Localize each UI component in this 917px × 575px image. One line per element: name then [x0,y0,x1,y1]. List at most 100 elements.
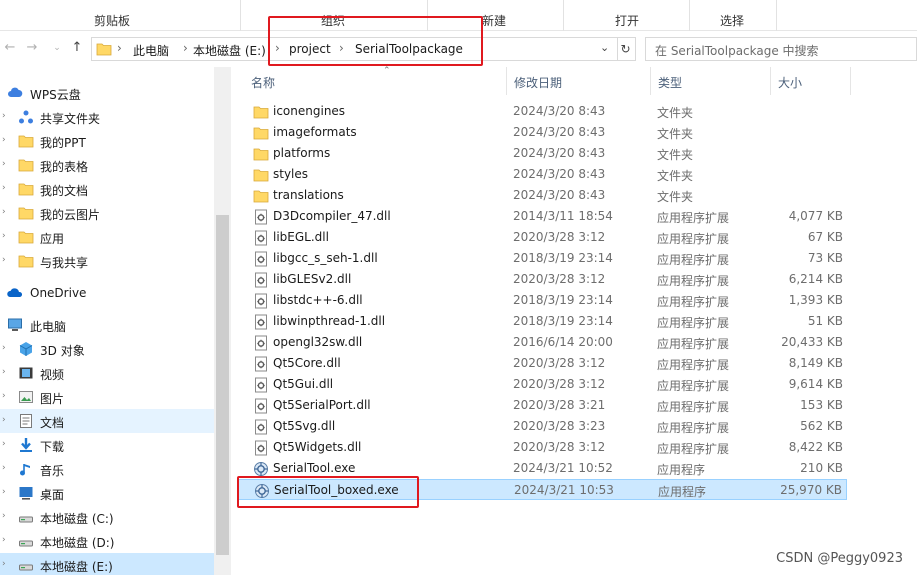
search-input[interactable]: 在 SerialToolpackage 中搜索 [645,37,917,61]
nav-item[interactable]: › 桌面 [0,481,214,505]
expand-chevron-icon[interactable]: › [2,159,6,169]
expand-chevron-icon[interactable]: › [2,439,6,449]
video-icon [18,365,34,381]
folder-icon [253,146,269,162]
nav-item[interactable]: › 我的表格 [0,153,214,177]
nav-item[interactable]: › 下载 [0,433,214,457]
expand-chevron-icon[interactable]: › [2,391,6,401]
nav-item[interactable]: › 共享文件夹 [0,105,214,129]
file-row[interactable]: libwinpthread-1.dll 2018/3/19 23:14 应用程序扩展… [237,311,847,332]
file-row[interactable]: iconengines 2024/3/20 8:43 文件夹 [237,101,847,122]
expand-chevron-icon[interactable]: › [2,207,6,217]
file-row[interactable]: Qt5Svg.dll 2020/3/28 3:23 应用程序扩展 562 KB [237,416,847,437]
refresh-icon[interactable]: ↻ [616,37,636,61]
file-name: SerialTool_boxed.exe [274,483,399,497]
column-header-type[interactable]: 类型 [651,67,771,95]
nav-scrollbar[interactable] [214,67,231,575]
nav-item[interactable]: › 我的PPT [0,129,214,153]
nav-scrollbar-thumb[interactable] [216,215,229,555]
breadcrumb-project[interactable]: project [289,42,331,56]
file-row[interactable]: D3Dcompiler_47.dll 2014/3/11 18:54 应用程序扩展 4… [237,206,847,227]
expand-chevron-icon[interactable]: › [2,231,6,241]
nav-item-label: 本地磁盘 (C:) [40,512,114,526]
expand-chevron-icon[interactable]: › [2,343,6,353]
nav-item[interactable]: › 文档 [0,409,214,433]
file-row[interactable]: Qt5Gui.dll 2020/3/28 3:12 应用程序扩展 9,614 KB [237,374,847,395]
nav-item-label: 共享文件夹 [40,112,101,126]
file-name: translations [273,188,344,202]
column-header-date[interactable]: 修改日期 [507,67,651,95]
dll-icon [253,398,269,414]
column-header-size[interactable]: 大小 [771,67,851,95]
expand-chevron-icon[interactable]: › [2,559,6,569]
file-row[interactable]: libgcc_s_seh-1.dll 2018/3/19 23:14 应用程序扩展 7… [237,248,847,269]
back-arrow-icon[interactable]: ← [1,39,19,57]
nav-item[interactable]: › 我的文档 [0,177,214,201]
3d-objects-icon [18,341,34,357]
nav-item[interactable]: › 我的云图片 [0,201,214,225]
file-row[interactable]: libGLESv2.dll 2020/3/28 3:12 应用程序扩展 6,214 K… [237,269,847,290]
expand-chevron-icon[interactable]: › [2,255,6,265]
file-type: 应用程序扩展 [657,442,730,456]
nav-item-label: WPS云盘 [30,88,81,102]
file-row[interactable]: SerialTool_boxed.exe 2024/3/21 10:53 应用程序 2… [237,479,847,500]
expand-chevron-icon[interactable]: › [2,415,6,425]
expand-chevron-icon[interactable]: › [2,135,6,145]
file-date: 2020/3/28 3:12 [513,272,606,286]
file-date: 2014/3/11 18:54 [513,209,613,223]
breadcrumb-this-pc[interactable]: 此电脑 [133,42,169,59]
file-row[interactable]: platforms 2024/3/20 8:43 文件夹 [237,143,847,164]
pictures-icon [18,389,34,405]
share-icon [18,109,34,125]
column-header-name[interactable]: 名称 ⌃ [244,66,507,95]
file-size: 6,214 KB [788,272,843,286]
address-dropdown-icon[interactable]: ⌄ [600,41,609,54]
ribbon-group-label: 新建 [482,14,507,28]
file-type: 应用程序扩展 [657,232,730,246]
nav-item[interactable]: › 与我共享 [0,249,214,273]
nav-item[interactable]: › 本地磁盘 (C:) [0,505,214,529]
file-row[interactable]: libEGL.dll 2020/3/28 3:12 应用程序扩展 67 KB [237,227,847,248]
breadcrumb-drive-e[interactable]: 本地磁盘 (E:) [193,42,266,59]
nav-item[interactable]: OneDrive [0,281,214,305]
expand-chevron-icon[interactable]: › [2,487,6,497]
nav-item[interactable]: WPS云盘 [0,81,214,105]
file-row[interactable]: Qt5Core.dll 2020/3/28 3:12 应用程序扩展 8,149 KB [237,353,847,374]
nav-item[interactable]: › 应用 [0,225,214,249]
file-date: 2024/3/20 8:43 [513,125,606,139]
breadcrumb-serialtoolpackage[interactable]: SerialToolpackage [355,42,463,56]
file-row[interactable]: Qt5Widgets.dll 2020/3/28 3:12 应用程序扩展 8,422 … [237,437,847,458]
address-bar[interactable]: › 此电脑 › 本地磁盘 (E:) › project › SerialTool… [91,37,618,61]
file-row[interactable]: SerialTool.exe 2024/3/21 10:52 应用程序 210 KB [237,458,847,479]
forward-arrow-icon[interactable]: → [23,39,41,57]
expand-chevron-icon[interactable]: › [2,183,6,193]
file-row[interactable]: opengl32sw.dll 2016/6/14 20:00 应用程序扩展 20,43… [237,332,847,353]
recent-locations-chevron-icon[interactable]: ⌄ [48,39,66,57]
expand-chevron-icon[interactable]: › [2,367,6,377]
address-row: ← → ⌄ ↑ › 此电脑 › 本地磁盘 (E:) › project › Se… [0,31,917,67]
file-name: libgcc_s_seh-1.dll [273,251,378,265]
nav-item[interactable]: › 本地磁盘 (E:) [0,553,214,575]
nav-item[interactable]: › 图片 [0,385,214,409]
file-date: 2024/3/20 8:43 [513,104,606,118]
expand-chevron-icon[interactable]: › [2,511,6,521]
nav-item[interactable]: › 视频 [0,361,214,385]
expand-chevron-icon[interactable]: › [2,111,6,121]
nav-item[interactable]: › 本地磁盘 (D:) [0,529,214,553]
file-row[interactable]: imageformats 2024/3/20 8:43 文件夹 [237,122,847,143]
file-row[interactable]: Qt5SerialPort.dll 2020/3/28 3:21 应用程序扩展 153… [237,395,847,416]
expand-chevron-icon[interactable]: › [2,535,6,545]
up-arrow-icon[interactable]: ↑ [68,39,86,57]
nav-item[interactable]: 此电脑 [0,313,214,337]
file-type: 应用程序扩展 [657,295,730,309]
file-row[interactable]: styles 2024/3/20 8:43 文件夹 [237,164,847,185]
expand-chevron-icon[interactable]: › [2,463,6,473]
file-row[interactable]: translations 2024/3/20 8:43 文件夹 [237,185,847,206]
download-icon [18,437,34,453]
file-row[interactable]: libstdc++-6.dll 2018/3/19 23:14 应用程序扩展 1,39… [237,290,847,311]
file-name: SerialTool.exe [273,461,356,475]
nav-item[interactable]: › 音乐 [0,457,214,481]
nav-item[interactable]: › 3D 对象 [0,337,214,361]
dll-icon [253,251,269,267]
dll-icon [253,314,269,330]
